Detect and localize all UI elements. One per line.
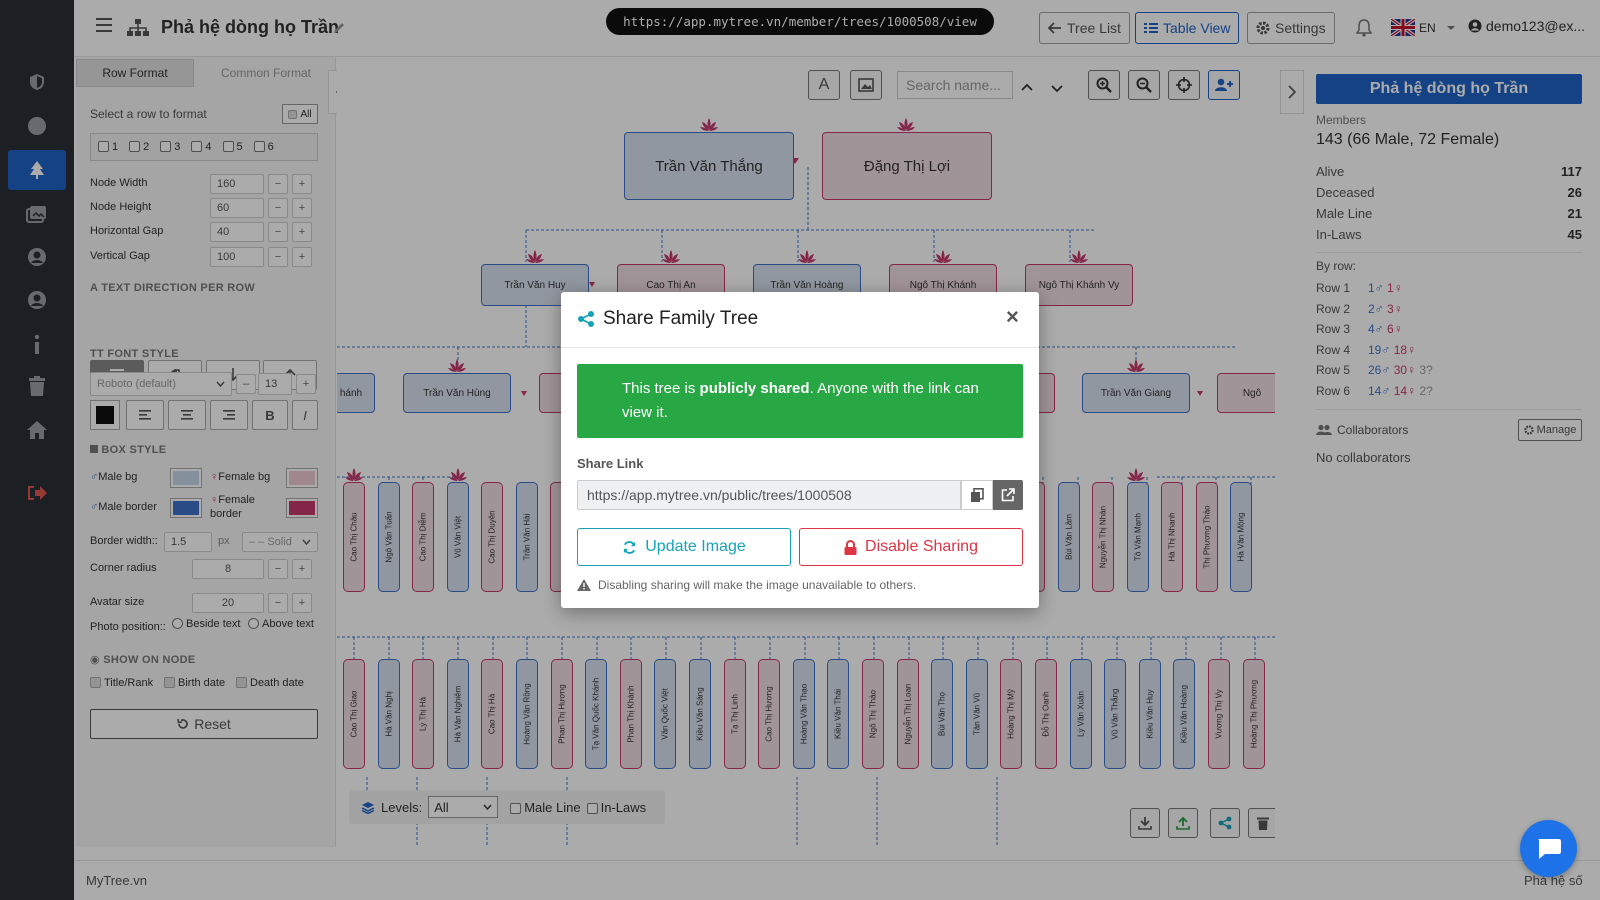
public-share-alert: This tree is publicly shared. Anyone wit… <box>577 364 1023 438</box>
chat-icon <box>1538 838 1561 859</box>
share-alt-icon <box>578 311 594 327</box>
modal-title: Share Family Tree <box>603 308 759 329</box>
update-image-button[interactable]: Update Image <box>577 528 791 566</box>
lock-icon <box>844 539 857 555</box>
close-icon[interactable]: × <box>1006 304 1019 330</box>
share-modal: Share Family Tree × This tree is publicl… <box>561 292 1039 608</box>
modal-divider <box>561 347 1039 348</box>
disable-sharing-button[interactable]: Disable Sharing <box>799 528 1023 566</box>
share-link-label: Share Link <box>577 456 644 471</box>
external-link-icon <box>1001 488 1015 502</box>
warning-icon <box>577 579 591 591</box>
share-link-input[interactable]: https://app.mytree.vn/public/trees/10005… <box>577 480 961 510</box>
chat-button[interactable] <box>1520 820 1577 877</box>
modal-header: Share Family Tree <box>577 308 758 330</box>
copy-link-button[interactable] <box>961 480 993 510</box>
sync-icon <box>624 540 636 554</box>
copy-icon <box>971 487 984 502</box>
disable-warning: Disabling sharing will make the image un… <box>577 578 916 592</box>
open-link-button[interactable] <box>993 480 1023 510</box>
